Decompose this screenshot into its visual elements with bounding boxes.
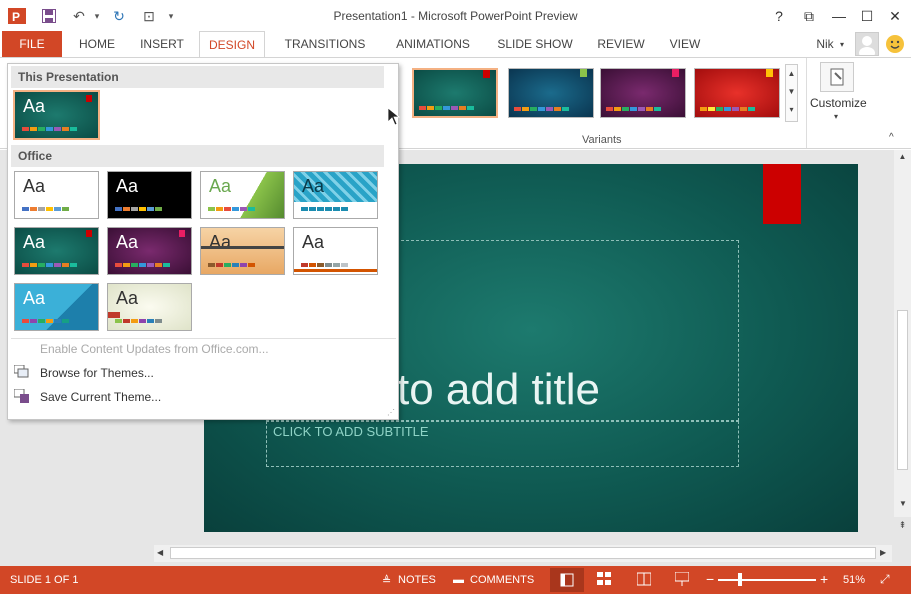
slide-counter: SLIDE 1 OF 1 (10, 574, 79, 586)
resize-grip-icon[interactable]: ⋰ (387, 408, 395, 417)
variant-2[interactable] (508, 68, 594, 118)
theme-current[interactable]: Aa (13, 90, 100, 140)
mouse-cursor-icon (387, 107, 401, 129)
notes-icon[interactable]: ≜ (382, 574, 391, 587)
tab-insert[interactable]: INSERT (132, 31, 192, 57)
section-office: Office (11, 145, 384, 167)
tab-transitions[interactable]: TRANSITIONS (278, 31, 372, 57)
comments-button[interactable]: COMMENTS (470, 574, 534, 586)
theme-preview-text: Aa (302, 232, 325, 252)
variants-scroll[interactable]: ▲ ▼ ▾ (785, 64, 798, 122)
comments-icon[interactable]: ▬ (453, 574, 464, 586)
theme-office-dark[interactable]: Aa (107, 171, 192, 219)
variant-3[interactable] (600, 68, 686, 118)
theme-preview-text: Aa (116, 232, 139, 252)
save-current-theme-item[interactable]: Save Current Theme... (40, 390, 161, 404)
variant-4[interactable] (694, 68, 780, 118)
tab-view[interactable]: VIEW (662, 31, 708, 57)
scroll-down-icon[interactable]: ▼ (899, 499, 907, 508)
previous-slide-icon[interactable]: ⇞ (894, 520, 911, 540)
theme-slice[interactable]: Aa (14, 283, 99, 331)
slide-red-tag (763, 164, 801, 224)
theme-preview-text: Aa (209, 176, 232, 196)
theme-ion-teal[interactable]: Aa (14, 227, 99, 275)
zoom-out-icon[interactable]: − (706, 571, 714, 587)
customize-dropdown-icon[interactable]: ▾ (834, 112, 838, 121)
theme-wisp[interactable]: Aa (107, 283, 192, 331)
smiley-feedback-icon[interactable] (885, 34, 905, 54)
scroll-right-icon[interactable]: ▶ (880, 548, 886, 557)
theme-ion-purple[interactable]: Aa (107, 227, 192, 275)
ribbon-divider (806, 58, 807, 148)
tab-file[interactable]: FILE (2, 31, 62, 57)
theme-facet[interactable]: Aa (200, 171, 285, 219)
theme-organic[interactable]: Aa (200, 227, 285, 275)
scroll-up-icon[interactable]: ▲ (786, 65, 797, 83)
theme-preview-text: Aa (116, 176, 139, 196)
status-bar: SLIDE 1 OF 1 ≜ NOTES ▬ COMMENTS − + 51% … (0, 566, 911, 594)
theme-preview-text: Aa (302, 176, 325, 196)
subtitle-placeholder[interactable]: CLICK TO ADD SUBTITLE (266, 421, 739, 467)
close-button[interactable]: ✕ (882, 4, 908, 28)
section-this-presentation: This Presentation (11, 66, 384, 88)
title-bar: P ↶ ▾ ↻ ⊡ ▾ Presentation1 - Microsoft Po… (0, 0, 911, 31)
tab-slide-show[interactable]: SLIDE SHOW (494, 31, 576, 57)
more-variants-icon[interactable]: ▾ (786, 101, 797, 119)
ribbon-tabs: FILE HOME INSERT DESIGN TRANSITIONS ANIM… (0, 31, 911, 59)
browse-themes-icon (13, 364, 30, 379)
zoom-slider-thumb[interactable] (738, 573, 742, 586)
panel-divider (11, 338, 396, 339)
theme-office[interactable]: Aa (14, 171, 99, 219)
ribbon-display-icon[interactable]: ⧉ (796, 4, 822, 28)
collapse-ribbon-icon[interactable]: ^ (889, 132, 894, 143)
browse-themes-item[interactable]: Browse for Themes... (40, 366, 154, 380)
theme-preview-text: Aa (23, 288, 46, 308)
zoom-slider[interactable] (718, 579, 816, 581)
vertical-scrollbar[interactable]: ▲ ▼ (894, 150, 911, 517)
subtitle-placeholder-text: CLICK TO ADD SUBTITLE (273, 424, 429, 439)
slide-show-icon[interactable] (674, 571, 690, 589)
help-icon[interactable]: ? (766, 4, 792, 28)
themes-gallery-dropdown: This Presentation Aa Office Aa Aa Aa Aa … (7, 63, 399, 420)
reading-view-icon[interactable] (636, 572, 652, 589)
variants-group-label: Variants (582, 134, 622, 146)
scroll-up-icon[interactable]: ▲ (894, 152, 911, 161)
theme-preview-text: Aa (23, 96, 46, 116)
theme-preview-text: Aa (116, 288, 139, 308)
tab-home[interactable]: HOME (68, 31, 126, 57)
notes-button[interactable]: NOTES (398, 574, 436, 586)
save-theme-icon (13, 388, 30, 403)
theme-preview-text: Aa (209, 232, 232, 252)
enable-content-updates-item: Enable Content Updates from Office.com..… (40, 342, 269, 356)
tab-review[interactable]: REVIEW (592, 31, 650, 57)
avatar[interactable] (855, 32, 879, 59)
theme-preview-text: Aa (23, 232, 46, 252)
user-dropdown-icon[interactable]: ▾ (840, 40, 844, 49)
theme-retrospect[interactable]: Aa (293, 227, 378, 275)
tab-design[interactable]: DESIGN (199, 31, 265, 58)
horizontal-scroll-thumb[interactable] (170, 547, 876, 559)
theme-preview-text: Aa (23, 176, 46, 196)
customize-button[interactable]: Customize (810, 96, 867, 110)
slide-sorter-icon[interactable] (597, 572, 611, 589)
scroll-down-icon[interactable]: ▼ (786, 83, 797, 101)
minimize-button[interactable]: — (826, 4, 852, 28)
zoom-level[interactable]: 51% (843, 574, 865, 586)
normal-view-button[interactable] (550, 568, 584, 592)
title-placeholder-text: to add title (397, 365, 601, 414)
maximize-button[interactable]: ☐ (854, 4, 880, 28)
theme-integral[interactable]: Aa (293, 171, 378, 219)
horizontal-scrollbar[interactable]: ◀ ▶ (154, 545, 892, 562)
vertical-scroll-thumb[interactable] (897, 310, 908, 470)
variant-1[interactable] (412, 68, 498, 118)
fit-to-window-icon[interactable]: ⤢ (880, 572, 890, 587)
customize-icon[interactable] (820, 62, 854, 92)
zoom-in-icon[interactable]: + (820, 571, 828, 587)
tab-animations[interactable]: ANIMATIONS (386, 31, 480, 57)
scroll-left-icon[interactable]: ◀ (157, 548, 163, 557)
user-name[interactable]: Nik (812, 31, 838, 57)
